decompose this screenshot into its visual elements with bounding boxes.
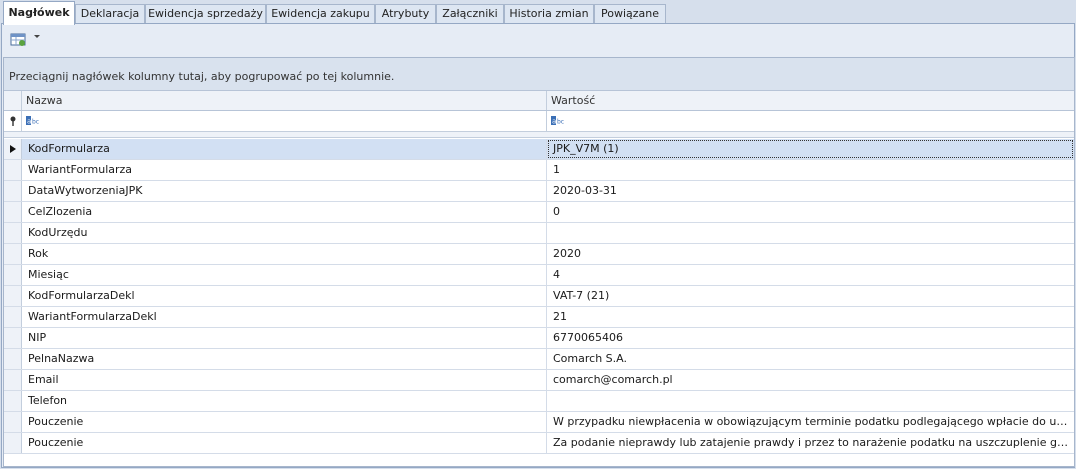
filter-cell-wartosc[interactable]: a bc bbox=[547, 111, 1074, 131]
filter-cell-nazwa[interactable]: a bc bbox=[22, 111, 547, 131]
column-header-wartosc[interactable]: Wartość bbox=[547, 91, 1074, 110]
tab-atrybuty[interactable]: Atrybuty bbox=[375, 4, 436, 24]
svg-text:a: a bbox=[27, 118, 31, 126]
row-indicator[interactable] bbox=[4, 307, 22, 327]
cell-nazwa[interactable]: Pouczenie bbox=[22, 433, 547, 453]
indicator-header bbox=[4, 91, 22, 110]
cell-wartosc[interactable]: W przypadku niewpłacenia w obowiązującym… bbox=[547, 412, 1074, 432]
cell-wartosc[interactable]: 1 bbox=[547, 160, 1074, 180]
tab-deklaracja[interactable]: Deklaracja bbox=[75, 4, 145, 24]
table-row[interactable]: Pouczenie Za podanie nieprawdy lub zataje… bbox=[4, 433, 1074, 454]
cell-wartosc[interactable]: 4 bbox=[547, 265, 1074, 285]
row-indicator[interactable] bbox=[4, 328, 22, 348]
filter-pin-cell[interactable] bbox=[4, 111, 22, 131]
abc-text-filter-icon: a bc bbox=[26, 116, 39, 126]
cell-nazwa[interactable]: WariantFormularza bbox=[22, 160, 547, 180]
svg-text:bc: bc bbox=[557, 119, 564, 126]
tab-naglowek[interactable]: Nagłówek bbox=[3, 1, 75, 25]
column-header-nazwa[interactable]: Nazwa bbox=[22, 91, 547, 110]
tab-powiazane[interactable]: Powiązane bbox=[594, 4, 666, 24]
tab-zalaczniki[interactable]: Załączniki bbox=[436, 4, 504, 24]
tab-bar: Nagłówek Deklaracja Ewidencja sprzedaży … bbox=[0, 0, 1076, 25]
filter-separator bbox=[4, 132, 1074, 138]
table-row[interactable]: Rok 2020 bbox=[4, 244, 1074, 265]
cell-nazwa[interactable]: Miesiąc bbox=[22, 265, 547, 285]
current-row-arrow-icon bbox=[10, 145, 16, 153]
table-row[interactable]: Miesiąc 4 bbox=[4, 265, 1074, 286]
table-row[interactable]: KodUrzędu bbox=[4, 223, 1074, 244]
grid-body: KodFormularza JPK_V7M (1) WariantFormularz… bbox=[4, 139, 1074, 454]
cell-wartosc[interactable] bbox=[547, 391, 1074, 411]
cell-wartosc[interactable] bbox=[547, 223, 1074, 243]
cell-nazwa[interactable]: DataWytworzeniaJPK bbox=[22, 181, 547, 201]
properties-grid: Przeciągnij nagłówek kolumny tutaj, aby … bbox=[3, 57, 1075, 467]
row-indicator[interactable] bbox=[4, 181, 22, 201]
row-indicator[interactable] bbox=[4, 160, 22, 180]
table-row[interactable]: Pouczenie W przypadku niewpłacenia w obow… bbox=[4, 412, 1074, 433]
cell-nazwa[interactable]: NIP bbox=[22, 328, 547, 348]
cell-nazwa[interactable]: PelnaNazwa bbox=[22, 349, 547, 369]
chevron-down-icon[interactable] bbox=[31, 30, 43, 42]
cell-wartosc[interactable]: 2020-03-31 bbox=[547, 181, 1074, 201]
row-indicator[interactable] bbox=[4, 391, 22, 411]
tab-panel: Przeciągnij nagłówek kolumny tutaj, aby … bbox=[1, 23, 1075, 468]
group-by-panel[interactable]: Przeciągnij nagłówek kolumny tutaj, aby … bbox=[4, 58, 1074, 91]
table-row[interactable]: Email comarch@comarch.pl bbox=[4, 370, 1074, 391]
cell-wartosc[interactable]: VAT-7 (21) bbox=[547, 286, 1074, 306]
cell-nazwa[interactable]: CelZlozenia bbox=[22, 202, 547, 222]
group-by-hint: Przeciągnij nagłówek kolumny tutaj, aby … bbox=[9, 70, 395, 83]
row-indicator[interactable] bbox=[4, 370, 22, 390]
row-indicator[interactable] bbox=[4, 139, 22, 159]
row-indicator[interactable] bbox=[4, 286, 22, 306]
filter-row: a bc a bc bbox=[4, 111, 1074, 132]
row-indicator[interactable] bbox=[4, 202, 22, 222]
row-indicator[interactable] bbox=[4, 223, 22, 243]
row-indicator[interactable] bbox=[4, 433, 22, 453]
svg-text:a: a bbox=[552, 118, 556, 126]
table-row[interactable]: DataWytworzeniaJPK 2020-03-31 bbox=[4, 181, 1074, 202]
table-row[interactable]: Telefon bbox=[4, 391, 1074, 412]
row-indicator[interactable] bbox=[4, 265, 22, 285]
cell-nazwa[interactable]: WariantFormularzaDekl bbox=[22, 307, 547, 327]
row-indicator[interactable] bbox=[4, 412, 22, 432]
row-indicator[interactable] bbox=[4, 244, 22, 264]
filter-pin-icon bbox=[10, 116, 16, 126]
cell-wartosc[interactable]: Za podanie nieprawdy lub zatajenie prawd… bbox=[547, 433, 1074, 453]
table-row[interactable]: PelnaNazwa Comarch S.A. bbox=[4, 349, 1074, 370]
tab-ewidencja-sprzedazy[interactable]: Ewidencja sprzedaży bbox=[145, 4, 266, 24]
row-indicator[interactable] bbox=[4, 349, 22, 369]
column-header-row: Nazwa Wartość bbox=[4, 91, 1074, 111]
svg-text:bc: bc bbox=[32, 119, 39, 126]
cell-nazwa[interactable]: Telefon bbox=[22, 391, 547, 411]
table-row[interactable]: KodFormularza JPK_V7M (1) bbox=[4, 139, 1074, 160]
cell-wartosc[interactable]: JPK_V7M (1) bbox=[547, 139, 1074, 159]
abc-text-filter-icon: a bc bbox=[551, 116, 564, 126]
cell-wartosc[interactable]: 21 bbox=[547, 307, 1074, 327]
grid-layout-icon[interactable] bbox=[10, 31, 27, 48]
table-row[interactable]: WariantFormularza 1 bbox=[4, 160, 1074, 181]
tab-historia-zmian[interactable]: Historia zmian bbox=[504, 4, 594, 24]
cell-nazwa[interactable]: KodFormularzaDekl bbox=[22, 286, 547, 306]
cell-wartosc[interactable]: Comarch S.A. bbox=[547, 349, 1074, 369]
table-row[interactable]: WariantFormularzaDekl 21 bbox=[4, 307, 1074, 328]
cell-nazwa[interactable]: Pouczenie bbox=[22, 412, 547, 432]
table-row[interactable]: CelZlozenia 0 bbox=[4, 202, 1074, 223]
cell-wartosc[interactable]: comarch@comarch.pl bbox=[547, 370, 1074, 390]
cell-nazwa[interactable]: KodFormularza bbox=[22, 139, 547, 159]
cell-wartosc[interactable]: 6770065406 bbox=[547, 328, 1074, 348]
cell-wartosc[interactable]: 0 bbox=[547, 202, 1074, 222]
cell-nazwa[interactable]: Email bbox=[22, 370, 547, 390]
toolbar bbox=[2, 24, 1074, 57]
cell-nazwa[interactable]: Rok bbox=[22, 244, 547, 264]
tab-ewidencja-zakupu[interactable]: Ewidencja zakupu bbox=[266, 4, 375, 24]
table-row[interactable]: KodFormularzaDekl VAT-7 (21) bbox=[4, 286, 1074, 307]
cell-wartosc[interactable]: 2020 bbox=[547, 244, 1074, 264]
table-row[interactable]: NIP 6770065406 bbox=[4, 328, 1074, 349]
cell-nazwa[interactable]: KodUrzędu bbox=[22, 223, 547, 243]
